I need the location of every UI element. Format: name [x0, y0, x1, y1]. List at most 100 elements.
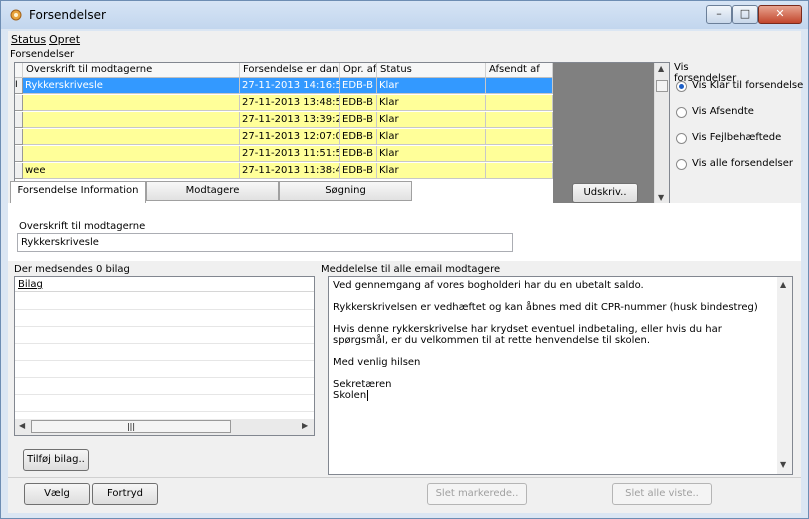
- scroll-up-icon[interactable]: ▲: [658, 64, 664, 73]
- col-header-bilag[interactable]: Bilag: [15, 277, 314, 292]
- cell-title[interactable]: [23, 112, 240, 128]
- filter-radio-2[interactable]: Vis Fejlbehæftede: [674, 132, 804, 146]
- radio-button[interactable]: [676, 159, 687, 170]
- message-label: Meddelelse til alle email modtagere: [321, 264, 501, 275]
- filter-radio-3[interactable]: Vis alle forsendelser: [674, 158, 804, 172]
- add-attachment-button[interactable]: Tilføj bilag..: [23, 449, 89, 471]
- cell-sent-by[interactable]: [486, 146, 553, 162]
- list-divider: [15, 326, 314, 327]
- row-header[interactable]: [15, 163, 23, 179]
- cell-created[interactable]: 27-11-2013 13:39:27: [240, 112, 340, 128]
- minimize-button[interactable]: –: [706, 5, 732, 24]
- maximize-button[interactable]: □: [732, 5, 758, 24]
- list-divider: [15, 343, 314, 344]
- cell-by[interactable]: EDB-B: [340, 163, 377, 179]
- radio-label: Vis Fejlbehæftede: [692, 132, 782, 143]
- cell-status[interactable]: Klar: [377, 112, 486, 128]
- attachments-list[interactable]: Bilag ◀ ||| ▶: [14, 276, 315, 436]
- tab-soegning[interactable]: Søgning: [279, 181, 412, 201]
- tab-information[interactable]: Forsendelse Information: [10, 181, 146, 203]
- cell-title[interactable]: [23, 95, 240, 111]
- delete-marked-button[interactable]: Slet markerede..: [427, 483, 527, 505]
- row-header[interactable]: I: [15, 78, 23, 94]
- cell-status[interactable]: Klar: [377, 146, 486, 162]
- heading-input[interactable]: Rykkerskrivesle: [17, 233, 513, 252]
- cell-status[interactable]: Klar: [377, 129, 486, 145]
- radio-button[interactable]: [676, 107, 687, 118]
- text-cursor: [367, 390, 369, 401]
- close-button[interactable]: ✕: [758, 5, 802, 24]
- cell-sent-by[interactable]: [486, 95, 553, 111]
- cell-by[interactable]: EDB-B: [340, 112, 377, 128]
- table-row[interactable]: 27-11-2013 13:48:57 EDB-B Klar: [15, 95, 553, 111]
- cell-status[interactable]: Klar: [377, 78, 486, 94]
- attachments-scroll-thumb[interactable]: |||: [31, 420, 231, 433]
- cell-by[interactable]: EDB-B: [340, 129, 377, 145]
- radio-button[interactable]: [676, 81, 687, 92]
- message-line: Hvis denne rykkerskrivelse har krydset e…: [333, 324, 722, 346]
- table-row[interactable]: 27-11-2013 12:07:05 EDB-B Klar: [15, 129, 553, 145]
- cell-created[interactable]: 27-11-2013 12:07:05: [240, 129, 340, 145]
- message-body[interactable]: Ved gennemgang af vores bogholderi har d…: [333, 280, 773, 401]
- filter-radio-1[interactable]: Vis Afsendte: [674, 106, 804, 120]
- title-bar: Forsendelser – □ ✕: [1, 1, 808, 29]
- print-button[interactable]: Udskriv..: [572, 183, 638, 203]
- table-row[interactable]: I Rykkerskrivesle 27-11-2013 14:16:52 EDB-B…: [15, 78, 553, 94]
- row-header[interactable]: [15, 112, 23, 128]
- message-textarea[interactable]: Ved gennemgang af vores bogholderi har d…: [328, 276, 793, 475]
- cell-title[interactable]: [23, 146, 240, 162]
- cell-created[interactable]: 27-11-2013 14:16:52: [240, 78, 340, 94]
- tab-modtagere[interactable]: Modtagere: [146, 181, 279, 201]
- menu-opret[interactable]: Opret: [49, 33, 80, 46]
- row-header[interactable]: [15, 146, 23, 162]
- row-header[interactable]: [15, 95, 23, 111]
- table-row[interactable]: 27-11-2013 11:51:50 EDB-B Klar: [15, 146, 553, 162]
- cell-title[interactable]: wee: [23, 163, 240, 179]
- cell-title[interactable]: Rykkerskrivesle: [23, 78, 240, 94]
- radio-label: Vis alle forsendelser: [692, 158, 794, 169]
- cell-sent-by[interactable]: [486, 112, 553, 128]
- heading-label: Overskrift til modtagerne: [19, 221, 146, 232]
- cell-status[interactable]: Klar: [377, 163, 486, 179]
- cell-by[interactable]: EDB-B: [340, 78, 377, 94]
- scroll-up-icon[interactable]: ▲: [780, 280, 786, 289]
- list-divider: [15, 309, 314, 310]
- menu-status[interactable]: Status: [11, 33, 46, 46]
- message-line: Med venlig hilsen: [333, 357, 421, 368]
- table-row[interactable]: 27-11-2013 13:39:27 EDB-B Klar: [15, 112, 553, 128]
- scroll-down-icon[interactable]: ▼: [780, 460, 786, 469]
- cell-created[interactable]: 27-11-2013 13:48:57: [240, 95, 340, 111]
- cell-created[interactable]: 27-11-2013 11:51:50: [240, 146, 340, 162]
- cell-sent-by[interactable]: [486, 78, 553, 94]
- cell-title[interactable]: [23, 129, 240, 145]
- footer-divider: [8, 477, 801, 478]
- cell-by[interactable]: EDB-B: [340, 146, 377, 162]
- radio-button[interactable]: [676, 133, 687, 144]
- window-title: Forsendelser: [29, 8, 106, 22]
- message-vertical-scrollbar[interactable]: ▲ ▼: [777, 277, 792, 474]
- scroll-right-icon[interactable]: ▶: [302, 421, 308, 430]
- col-header-sent-by[interactable]: Afsendt af: [486, 63, 553, 78]
- col-header-by[interactable]: Opr. af: [340, 63, 377, 78]
- cancel-button[interactable]: Fortryd: [92, 483, 158, 505]
- col-header-status[interactable]: Status: [377, 63, 486, 78]
- cell-by[interactable]: EDB-B: [340, 95, 377, 111]
- cell-created[interactable]: 27-11-2013 11:38:43: [240, 163, 340, 179]
- row-header[interactable]: [15, 129, 23, 145]
- gear-icon: [10, 9, 22, 21]
- filter-radio-0[interactable]: Vis Klar til forsendelse: [674, 80, 804, 94]
- col-header-title[interactable]: Overskrift til modtagerne: [23, 63, 240, 78]
- radio-label: Vis Afsendte: [692, 106, 754, 117]
- grid-scroll-thumb[interactable]: [656, 80, 668, 92]
- cell-sent-by[interactable]: [486, 129, 553, 145]
- table-row[interactable]: wee 27-11-2013 11:38:43 EDB-B Klar: [15, 163, 553, 179]
- cell-sent-by[interactable]: [486, 163, 553, 179]
- attachments-horizontal-scrollbar[interactable]: ◀ ||| ▶: [15, 419, 314, 435]
- col-header-created[interactable]: Forsendelse er dannet: [240, 63, 340, 78]
- delete-all-button[interactable]: Slet alle viste..: [612, 483, 712, 505]
- cell-status[interactable]: Klar: [377, 95, 486, 111]
- list-divider: [15, 394, 314, 395]
- select-button[interactable]: Vælg: [24, 483, 90, 505]
- message-line: Skolen: [333, 390, 773, 401]
- scroll-left-icon[interactable]: ◀: [19, 421, 25, 430]
